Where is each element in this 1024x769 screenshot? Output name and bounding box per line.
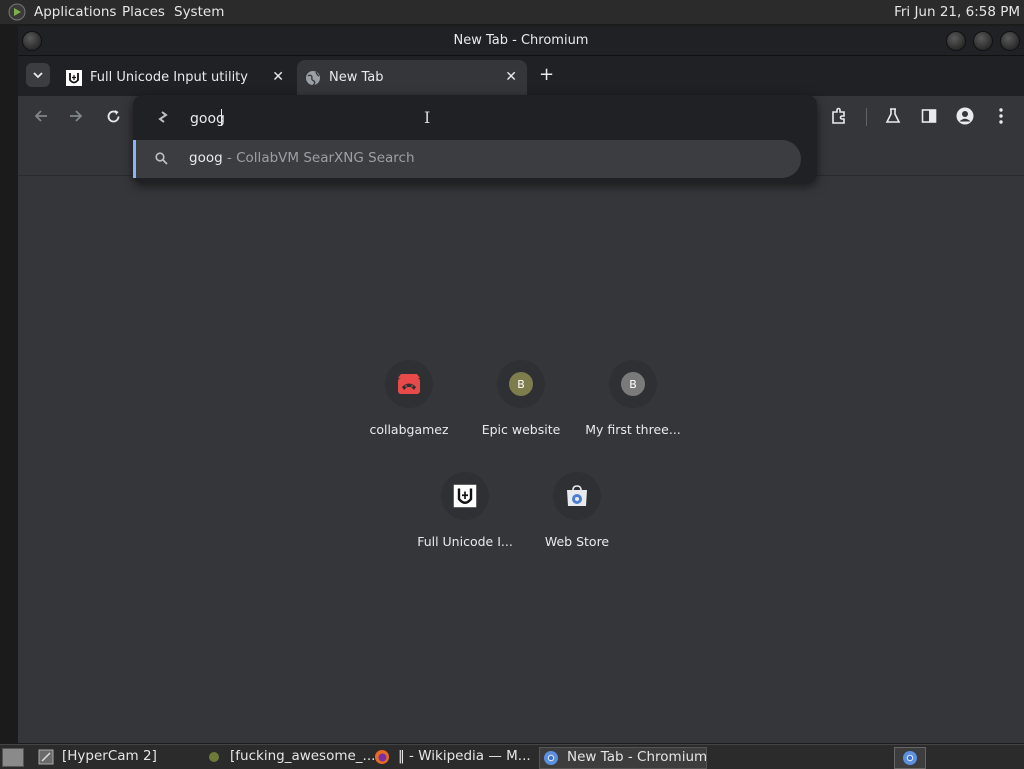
hypercam-icon (38, 749, 54, 765)
shortcut-icon-tile (441, 472, 489, 520)
labs-button[interactable] (883, 106, 903, 126)
letter-avatar-icon: B (621, 372, 645, 396)
shortcut-label: Web Store (544, 534, 610, 549)
unicode-u-icon (66, 70, 82, 86)
tab-title: New Tab (329, 70, 384, 85)
back-button[interactable] (31, 106, 51, 126)
forward-button[interactable] (66, 106, 86, 126)
top-panel: Applications Places System Fri Jun 21, 6… (0, 0, 1024, 24)
taskbar-item-app[interactable]: [fucking_awesome_... (206, 747, 376, 767)
suggestion-query: goog (189, 150, 223, 166)
maximize-button[interactable] (973, 31, 993, 51)
system-menu[interactable]: System (174, 4, 224, 20)
side-panel-icon (921, 109, 937, 123)
places-menu[interactable]: Places (122, 4, 165, 20)
shortcut-collabgamez[interactable]: collabgamez (353, 360, 465, 460)
show-desktop-button[interactable] (2, 748, 24, 767)
tray-chromium-button[interactable] (894, 747, 926, 769)
extensions-button[interactable] (829, 106, 849, 126)
shortcut-epic-website[interactable]: B Epic website (465, 360, 577, 460)
reload-icon (107, 109, 119, 122)
ibeam-cursor-icon: I (424, 108, 431, 127)
window-title: New Tab - Chromium (453, 33, 589, 48)
shortcut-icon-tile: B (497, 360, 545, 408)
toolbar-separator (866, 108, 867, 126)
taskbar: [HyperCam 2] [fucking_awesome_... ‖ - Wi… (0, 744, 1024, 769)
shortcut-my-first-three[interactable]: B My first three... (577, 360, 689, 460)
shortcut-label: My first three... (585, 422, 681, 437)
title-bar[interactable]: New Tab - Chromium (18, 26, 1024, 56)
suggestion-focus-indicator (133, 140, 136, 178)
chevron-down-icon (33, 72, 43, 79)
new-tab-button[interactable]: + (539, 66, 554, 84)
tab-search-button[interactable] (26, 63, 50, 87)
tab-title: Full Unicode Input utility (90, 70, 248, 85)
address-bar-input[interactable] (188, 107, 752, 131)
taskbar-item-firefox[interactable]: ‖ - Wikipedia — M... (374, 747, 534, 767)
globe-icon (306, 71, 320, 86)
shortcut-icon-tile: B (609, 360, 657, 408)
shortcut-icon-tile (553, 472, 601, 520)
suggestion-text: goog - CollabVM SearXNG Search (189, 150, 415, 166)
profile-button[interactable] (955, 106, 975, 126)
chromium-icon (544, 751, 558, 765)
clock[interactable]: Fri Jun 21, 6:58 PM (894, 4, 1020, 20)
reload-button[interactable] (103, 106, 123, 126)
shortcut-label: collabgamez (369, 422, 449, 437)
shortcut-label: Full Unicode I... (417, 534, 513, 549)
site-info-icon[interactable] (155, 111, 169, 125)
tab-new-tab[interactable]: New Tab ✕ (297, 60, 527, 96)
game-controller-icon (398, 374, 420, 394)
chromium-icon (903, 751, 917, 765)
taskbar-item-label: New Tab - Chromium (567, 749, 708, 765)
profile-icon (956, 107, 974, 125)
flask-icon (885, 108, 901, 123)
puzzle-icon (832, 107, 845, 124)
taskbar-item-label: [HyperCam 2] (62, 748, 157, 764)
tab-unicode-utility[interactable]: Full Unicode Input utility ✕ (58, 60, 294, 96)
firefox-icon (375, 750, 389, 764)
menu-button[interactable] (991, 106, 1011, 126)
taskbar-item-hypercam[interactable]: [HyperCam 2] (38, 747, 198, 767)
web-store-icon (567, 485, 587, 506)
unicode-u-icon (453, 484, 477, 508)
tab-strip: Full Unicode Input utility ✕ New Tab ✕ + (18, 56, 1024, 96)
omnibox-popup: I goog - CollabVM SearXNG Search (133, 95, 817, 183)
close-window-button[interactable] (1000, 31, 1020, 51)
side-panel-button[interactable] (919, 106, 939, 126)
forward-arrow-icon (70, 110, 83, 122)
distro-logo-icon[interactable] (8, 3, 26, 21)
shortcut-web-store[interactable]: Web Store (521, 472, 633, 572)
shortcut-icon-tile (385, 360, 433, 408)
close-tab-icon[interactable]: ✕ (272, 69, 284, 85)
app-dot-icon (209, 752, 219, 762)
taskbar-item-chromium[interactable]: New Tab - Chromium (539, 747, 707, 769)
shortcut-label: Epic website (481, 422, 561, 437)
browser-window: New Tab - Chromium Full Unicode Input ut… (18, 26, 1024, 743)
back-arrow-icon (34, 110, 47, 122)
omnibox-suggestion[interactable]: goog - CollabVM SearXNG Search (133, 140, 801, 178)
letter-avatar-icon: B (509, 372, 533, 396)
taskbar-item-label: [fucking_awesome_... (230, 748, 376, 764)
taskbar-item-label: ‖ - Wikipedia — M... (398, 748, 531, 764)
applications-menu[interactable]: Applications (34, 4, 116, 20)
minimize-button[interactable] (946, 31, 966, 51)
search-icon (155, 152, 168, 165)
suggestion-description: - CollabVM SearXNG Search (222, 150, 415, 166)
close-tab-icon[interactable]: ✕ (505, 69, 517, 85)
shortcut-full-unicode[interactable]: Full Unicode I... (409, 472, 521, 572)
kebab-menu-icon (999, 108, 1003, 124)
text-caret (221, 109, 222, 126)
